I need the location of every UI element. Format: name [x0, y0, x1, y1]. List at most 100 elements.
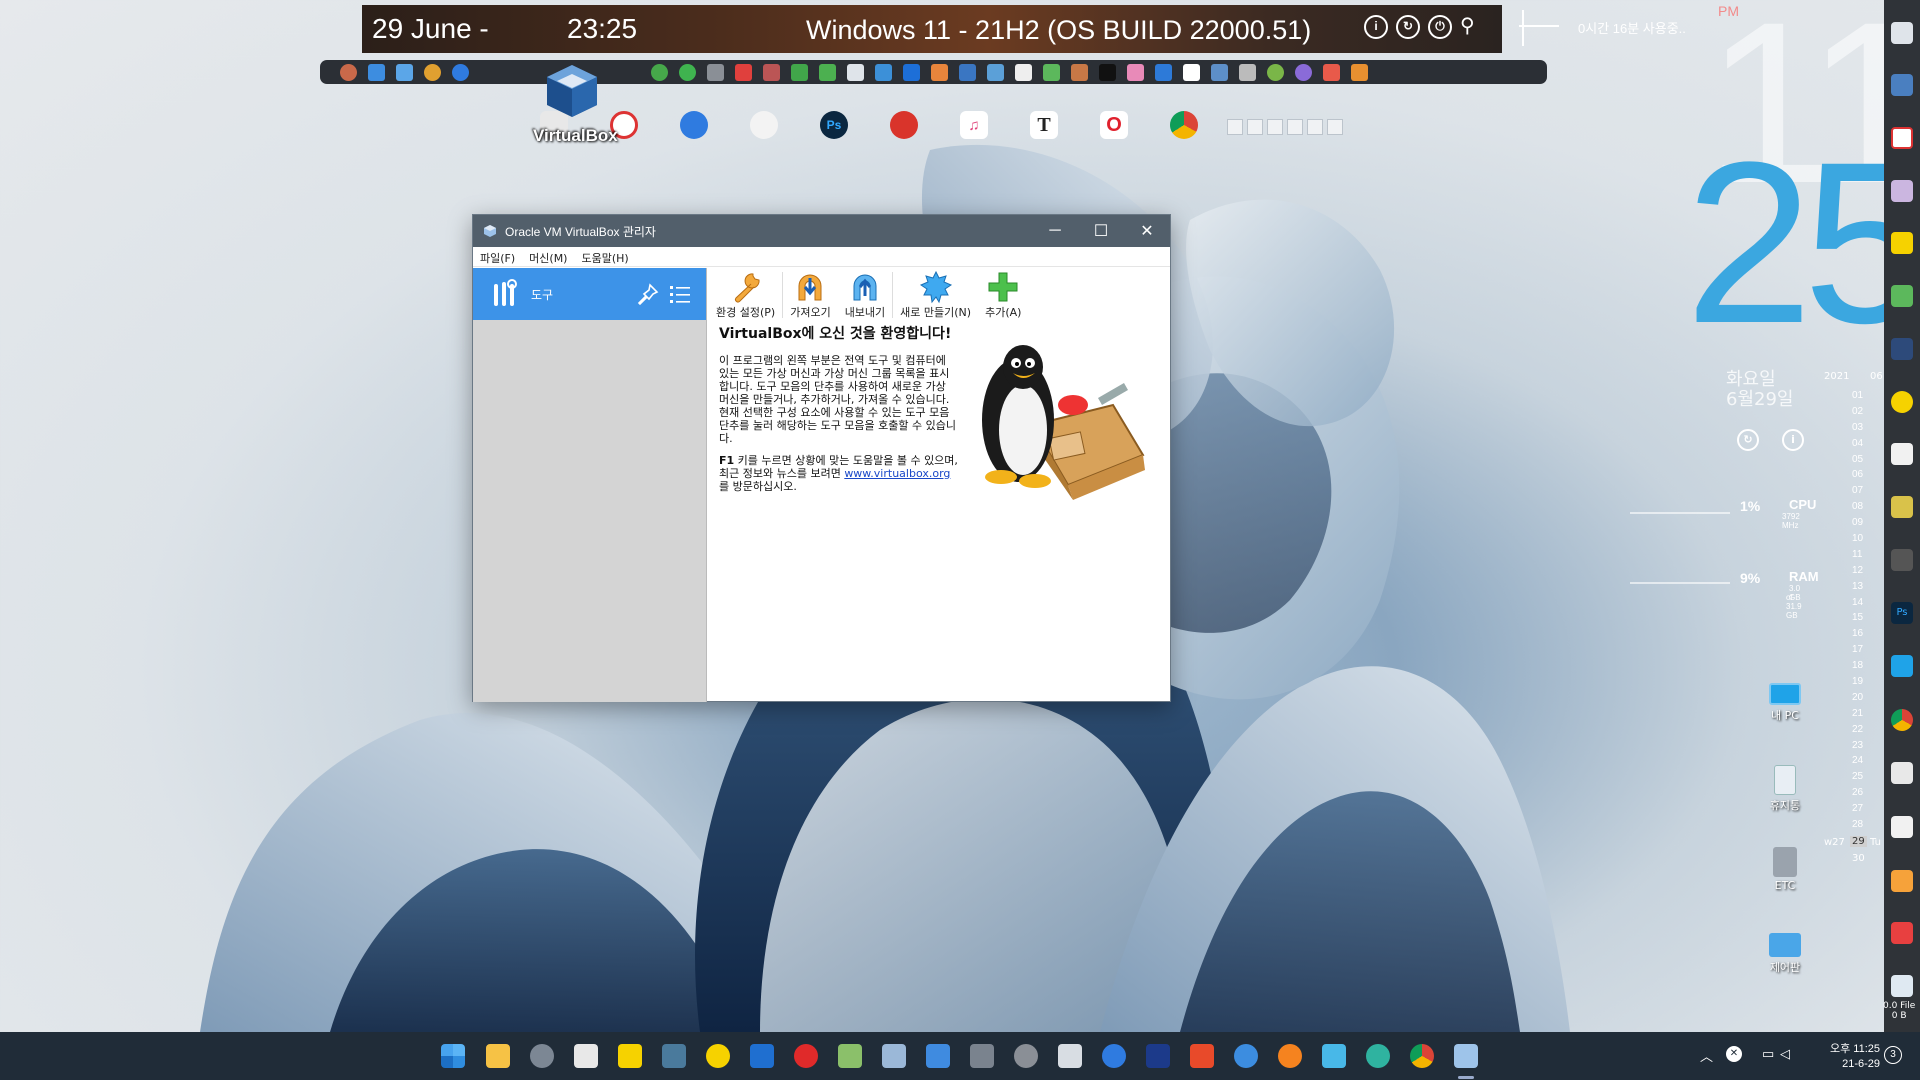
app-icon[interactable] [1099, 63, 1116, 81]
app-icon[interactable] [791, 63, 808, 81]
app-icon[interactable] [1351, 63, 1368, 81]
tray-clock[interactable]: 오후 11:25 21-6-29 [1820, 1042, 1880, 1072]
shortcut-my-pc[interactable]: 내 PC [1750, 683, 1820, 723]
app-icon[interactable] [1891, 922, 1913, 944]
shortcut-etc[interactable]: ETC [1750, 847, 1820, 892]
app-icon[interactable] [750, 111, 778, 139]
app-icon[interactable] [1190, 1044, 1214, 1068]
app-icon[interactable] [1891, 22, 1913, 44]
chat-icon[interactable] [1891, 232, 1913, 254]
minimize-button[interactable]: ─ [1032, 215, 1078, 247]
menu-help[interactable]: 도움말(H) [574, 247, 635, 266]
app-icon[interactable] [1071, 63, 1088, 81]
volume-icon[interactable]: ◁ [1780, 1046, 1790, 1062]
chat-icon[interactable] [618, 1044, 642, 1068]
remote-desktop-icon[interactable] [1058, 1044, 1082, 1068]
app-icon[interactable] [1043, 63, 1060, 81]
app-icon[interactable] [1891, 180, 1913, 202]
app-icon[interactable] [1322, 1044, 1346, 1068]
app-icon[interactable] [1891, 870, 1913, 892]
app-icon[interactable] [452, 63, 469, 81]
app-icon[interactable] [1234, 1044, 1258, 1068]
app-icon[interactable] [662, 1044, 686, 1068]
text-icon[interactable]: T [1030, 111, 1058, 139]
app-icon[interactable] [1155, 63, 1172, 81]
app-icon[interactable] [750, 1044, 774, 1068]
app-icon[interactable] [819, 63, 836, 81]
app-icon[interactable] [1891, 655, 1913, 677]
app-icon[interactable] [1891, 762, 1913, 784]
maximize-button[interactable]: ☐ [1078, 215, 1124, 247]
app-icon[interactable] [1891, 338, 1913, 360]
app-icon[interactable] [735, 63, 752, 81]
chrome-icon[interactable] [1170, 111, 1198, 139]
shortcut-recycle-bin[interactable]: 휴지통 [1750, 765, 1820, 813]
app-icon[interactable] [1891, 816, 1913, 838]
app-icon[interactable] [1323, 63, 1340, 81]
firefox-icon[interactable] [1278, 1044, 1302, 1068]
app-icon[interactable] [340, 63, 357, 81]
app-icon[interactable] [1239, 63, 1256, 81]
menu-file[interactable]: 파일(F) [473, 247, 522, 266]
close-circle-icon[interactable]: ✕ [1726, 1046, 1742, 1062]
app-icon[interactable] [1127, 63, 1144, 81]
app-icon[interactable] [1891, 443, 1913, 465]
chrome-icon[interactable] [1410, 1044, 1434, 1068]
key-icon[interactable]: ⚲ [1460, 15, 1484, 39]
app-icon[interactable] [1183, 63, 1200, 81]
app-icon[interactable] [1891, 496, 1913, 518]
export-button[interactable]: 내보내기 [838, 268, 892, 322]
refresh-icon[interactable]: ↻ [1737, 429, 1759, 451]
close-button[interactable]: ✕ [1124, 215, 1170, 247]
app-icon[interactable] [794, 1044, 818, 1068]
app-icon[interactable] [1891, 127, 1913, 149]
notification-badge[interactable]: 3 [1884, 1046, 1902, 1064]
power-icon[interactable]: ⏻ [1428, 15, 1452, 39]
app-icon[interactable] [763, 63, 780, 81]
app-icon[interactable] [890, 111, 918, 139]
app-icon[interactable] [1891, 285, 1913, 307]
settings-icon[interactable] [530, 1044, 554, 1068]
app-icon[interactable] [1014, 1044, 1038, 1068]
app-icon[interactable] [838, 1044, 862, 1068]
info-icon[interactable]: i [1782, 429, 1804, 451]
app-icon[interactable] [679, 63, 696, 81]
app-icon[interactable] [1211, 63, 1228, 81]
menu-machine[interactable]: 머신(M) [522, 247, 574, 266]
trash-icon[interactable] [970, 1044, 994, 1068]
chevron-up-icon[interactable]: ︿ [1700, 1046, 1713, 1065]
app-icon[interactable] [931, 63, 948, 81]
virtualbox-icon[interactable] [543, 62, 601, 120]
app-icon[interactable] [959, 63, 976, 81]
app-icon[interactable] [368, 63, 385, 81]
pin-icon[interactable] [636, 282, 660, 306]
photoshop-icon[interactable]: Ps [820, 111, 848, 139]
chrome-icon[interactable] [1891, 709, 1913, 731]
start-icon[interactable] [441, 1044, 465, 1068]
preferences-button[interactable]: 환경 설정(P) [709, 268, 782, 322]
app-icon[interactable] [1015, 63, 1032, 81]
network-icon[interactable]: ▭ [1762, 1046, 1774, 1062]
app-icon[interactable] [707, 63, 724, 81]
app-icon[interactable] [882, 1044, 906, 1068]
info-icon[interactable]: i [1364, 15, 1388, 39]
app-icon[interactable] [680, 111, 708, 139]
app-icon[interactable] [1891, 549, 1913, 571]
app-icon[interactable] [926, 1044, 950, 1068]
refresh-icon[interactable]: ↻ [1396, 15, 1420, 39]
edge-icon[interactable] [1366, 1044, 1390, 1068]
photoshop-icon[interactable]: Ps [1891, 602, 1913, 624]
app-icon[interactable] [1295, 63, 1312, 81]
tools-item[interactable]: 도구 [473, 268, 706, 320]
opera-icon[interactable]: O [1100, 111, 1128, 139]
new-button[interactable]: 새로 만들기(N) [893, 268, 978, 322]
app-icon[interactable] [987, 63, 1004, 81]
app-icon[interactable] [1102, 1044, 1126, 1068]
recycle-bin-icon[interactable] [1891, 975, 1913, 997]
import-button[interactable]: 가져오기 [783, 268, 837, 322]
player-icon[interactable] [706, 1044, 730, 1068]
store-icon[interactable] [574, 1044, 598, 1068]
add-button[interactable]: 추가(A) [978, 268, 1028, 322]
shortcut-control-panel[interactable]: 제어판 [1750, 933, 1820, 975]
app-icon[interactable] [1891, 74, 1913, 96]
